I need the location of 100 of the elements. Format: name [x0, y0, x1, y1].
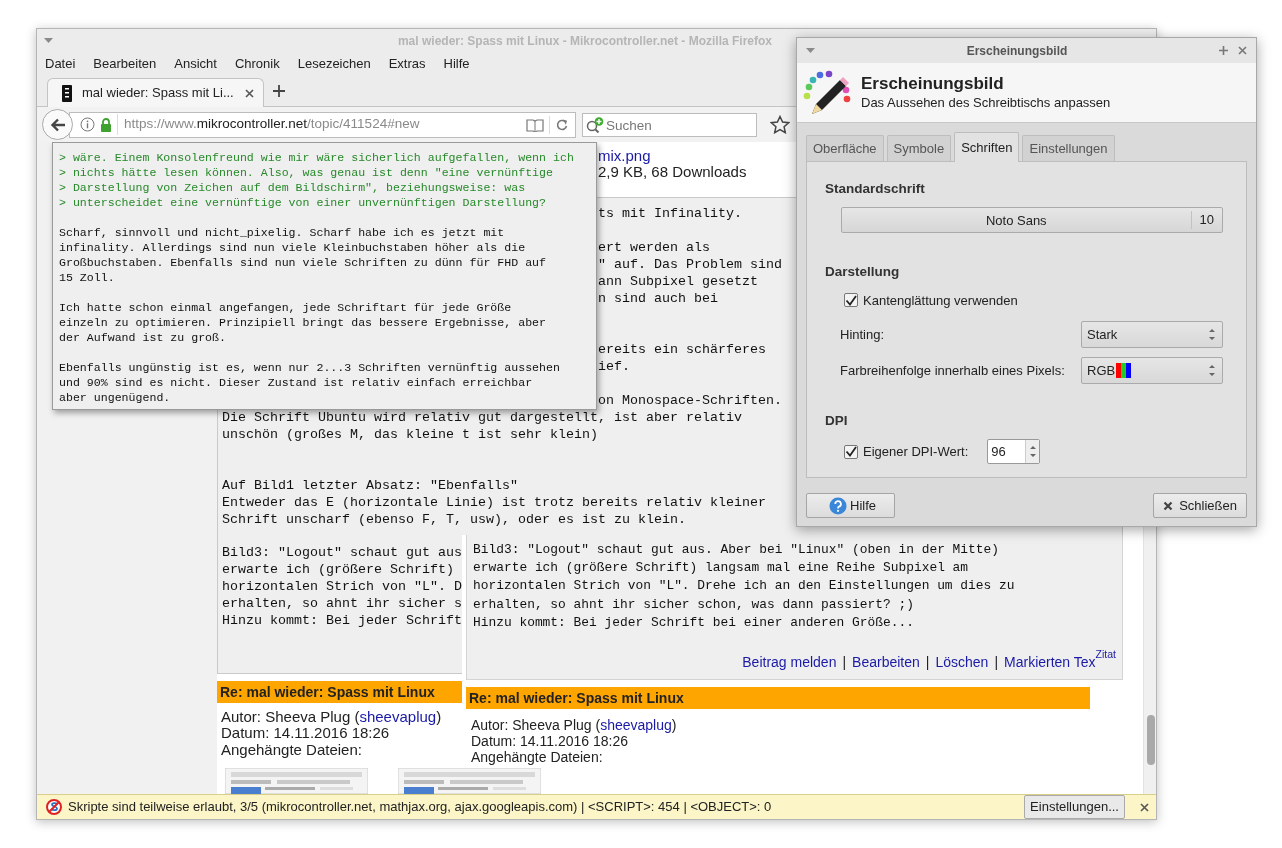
separator: |	[925, 653, 930, 672]
text-line: erwarte ich (größere Schrift)	[222, 561, 454, 577]
scrollbar-thumb[interactable]	[1147, 715, 1155, 765]
dropdown[interactable]: Stark	[1081, 321, 1223, 348]
attachments-label: Angehängte Dateien:	[471, 749, 603, 765]
search-icon	[586, 116, 604, 133]
text-line: der Aufwand ist zu groß.	[59, 331, 226, 344]
section-heading: Standardschrift	[825, 180, 925, 198]
new-tab-icon[interactable]	[272, 84, 286, 98]
info-icon	[80, 117, 95, 132]
post-link[interactable]: Bearbeiten	[852, 652, 920, 673]
text-line: erwarte ich (größere Schrift) langsam mal eine Reihe Subpixel am	[473, 560, 969, 576]
quote-label: Zitat	[1095, 647, 1116, 660]
help-icon	[829, 496, 847, 515]
dropdown[interactable]: RGB	[1081, 357, 1223, 384]
window-title: Erscheinungsbild	[965, 42, 1069, 60]
post-link[interactable]: Markierten Tex	[1004, 652, 1096, 673]
post-header: Re: mal wieder: Spass mit Linux	[466, 687, 1090, 709]
author-line: Autor: Sheeva Plug (sheevaplug)	[471, 717, 677, 733]
menu-item[interactable]: Hilfe	[437, 53, 476, 74]
url-field[interactable]: https://www.mikrocontroller.net/topic/411524#new	[69, 111, 576, 138]
book-icon[interactable]	[526, 117, 544, 132]
window-menu-icon[interactable]	[43, 35, 54, 46]
menu-item[interactable]: Chronik	[228, 53, 286, 74]
checkbox[interactable]	[844, 444, 858, 459]
text-line: horizontalen Strich von "L". Drehe ich an den Einstellungen um dies zu	[473, 578, 1015, 594]
checkmark-icon	[845, 446, 857, 458]
text-line: horizontalen Strich von "L". D	[222, 578, 462, 594]
post-link[interactable]: Löschen	[935, 652, 989, 673]
tab[interactable]: Einstellungen	[1022, 135, 1115, 161]
tab[interactable]: Schriften	[954, 132, 1020, 162]
field-label: Farbreihenfolge innerhalb eines Pixels:	[840, 361, 1066, 380]
tab[interactable]: Symbole	[886, 135, 952, 161]
close-button[interactable]: Schließen	[1153, 493, 1247, 518]
text-line: Hinzu kommt: Bei jeder Schrift	[222, 612, 462, 628]
text-line: Entweder das E (horizontale Linie) ist trotz bereits relativ kleiner	[222, 494, 766, 510]
text-line: ts mit Infinality.	[598, 205, 742, 221]
text-line: ief.	[598, 358, 630, 374]
quote-line: > nichts hätte lesen können. Also, was genau ist denn "eine vernünftige	[59, 166, 553, 179]
text-line: Hinzu kommt: Bei jeder Schrift bei einer anderen Größe...	[473, 614, 914, 630]
text-line: infinality. Allerdings sind nun viele Kleinbuchstaben höher als die	[59, 241, 526, 254]
tab[interactable]: Oberfläche	[806, 135, 884, 161]
reload-icon[interactable]	[555, 117, 569, 132]
maximize-icon[interactable]	[1218, 45, 1229, 56]
section-heading: Darstellung	[825, 263, 900, 282]
blocked-script-icon	[46, 799, 62, 815]
text-line: erhalten, so ahnt ihr sicher s	[222, 595, 462, 611]
text-line: einzeln zu optimieren. Prinzipiell bringt das bessere Ergebnisse, aber	[59, 316, 547, 329]
updown-arrow-icon	[1208, 364, 1216, 377]
checkbox-label[interactable]: Kantenglättung verwenden	[863, 290, 1018, 310]
text-line: Bild3: "Logout" schaut gut aus	[222, 544, 462, 560]
star-icon[interactable]	[770, 115, 790, 134]
quote-line: > Darstellung von Zeichen auf dem Bildschirm", beziehungsweise: was	[59, 181, 526, 194]
separator: |	[994, 653, 998, 672]
text-line: 15 Zoll.	[59, 271, 115, 284]
close-icon[interactable]	[1237, 45, 1248, 56]
user-link[interactable]: sheevaplug	[600, 717, 672, 733]
file-link[interactable]: mix.png	[598, 148, 651, 164]
user-link[interactable]: sheevaplug	[359, 707, 437, 725]
stepper-icon[interactable]	[1028, 445, 1037, 459]
window-menu-icon[interactable]	[805, 45, 816, 56]
date-line: Datum: 14.11.2016 18:26	[221, 725, 390, 742]
checkmark-icon	[845, 294, 857, 306]
text-line: Großbuchstaben. Ebenfalls sind nun viele Schriften zu dünn für FHD auf	[59, 256, 547, 269]
text-line: ann Subpixel gesetzt	[598, 273, 758, 289]
text-line: und 90% sind es nicht. Dieser Zustand ist relativ einfach erreichbar	[59, 376, 533, 389]
menu-item[interactable]: Ansicht	[168, 53, 223, 74]
post-link[interactable]: Beitrag melden	[742, 652, 837, 673]
back-button[interactable]	[42, 109, 73, 140]
lock-icon	[100, 117, 112, 132]
text-line: " auf. Das Problem sind	[598, 256, 782, 272]
search-field[interactable]: Suchen	[582, 113, 757, 137]
dialog-heading: Erscheinungsbild	[861, 73, 1005, 94]
help-button[interactable]: Hilfe	[806, 493, 895, 518]
date-line: Datum: 14.11.2016 18:26	[471, 733, 628, 749]
menu-item[interactable]: Extras	[382, 53, 432, 74]
attachments-label: Angehängte Dateien:	[221, 741, 362, 758]
menu-item[interactable]: Bearbeiten	[87, 53, 163, 74]
color-bars-icon	[1116, 363, 1132, 378]
spin-field[interactable]: 96	[987, 439, 1041, 465]
separator: |	[842, 653, 847, 672]
quote-line: > unterscheidet eine vernünftige von einer unvernünftigen Darstellung?	[59, 196, 547, 209]
close-icon[interactable]	[244, 87, 255, 99]
checkbox-label[interactable]: Eigener DPI-Wert:	[863, 442, 969, 462]
text-line: Schrift unscharf (ebenso F, T, usw), oder es ist zu klein.	[222, 511, 686, 527]
text-line: aber ungenügend.	[59, 391, 171, 404]
file-info: 2,9 KB, 68 Downloads	[598, 163, 747, 180]
notification-text: Skripte sind teilweise erlaubt, 3/5 (mikrocontroller.net, mathjax.org, ajax.googleapis.com) | <SCRIPT>: 454 | <OBJECT>: 0	[68, 798, 773, 817]
text-line: unschön (großes M, das kleine t ist sehr klein)	[222, 426, 598, 442]
dialog-subtitle: Das Aussehen des Schreibtischs anpassen	[861, 93, 1111, 112]
settings-button[interactable]: Einstellungen...	[1024, 795, 1125, 819]
arrow-left-icon	[49, 117, 66, 132]
menu-item[interactable]: Datei	[39, 53, 82, 74]
browser-tab[interactable]: mal wieder: Spass mit Li...	[47, 78, 264, 107]
text-line: Ebenfalls ungünstig ist es, wenn nur 2...3 Schriften vernünftig aussehen	[59, 361, 560, 374]
close-icon[interactable]	[1139, 801, 1150, 813]
text-line: Auf Bild1 letzter Absatz: "Ebenfalls"	[222, 477, 518, 493]
checkbox[interactable]	[844, 293, 858, 308]
menu-item[interactable]: Lesezeichen	[291, 53, 377, 74]
font-button[interactable]: Noto Sans 10	[841, 207, 1223, 234]
